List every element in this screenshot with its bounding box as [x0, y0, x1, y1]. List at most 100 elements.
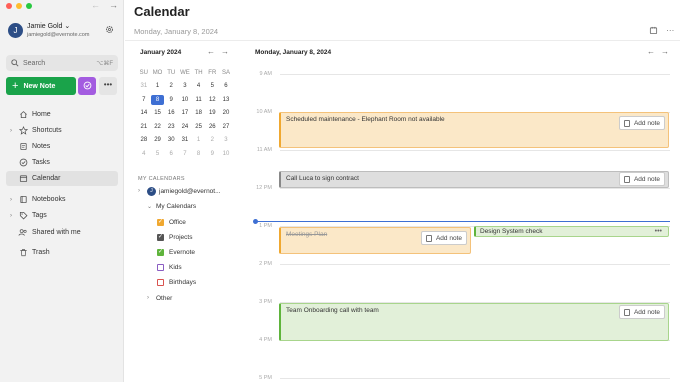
more-options-icon[interactable]: ···	[666, 26, 674, 35]
event-card[interactable]: Team Onboarding call with team Add note	[279, 303, 669, 341]
hour-slot[interactable]: 12 PM	[250, 185, 670, 198]
day-cell[interactable]: 7	[137, 95, 151, 105]
search-input[interactable]: Search ⌥⌘F	[6, 55, 118, 71]
close-window-button[interactable]	[6, 3, 12, 9]
day-cell[interactable]: 12	[205, 95, 219, 105]
day-cell[interactable]: 7	[178, 149, 192, 159]
chevron-right-icon[interactable]: ›	[138, 188, 147, 194]
more-options-icon[interactable]: •••	[655, 228, 662, 235]
chevron-down-icon[interactable]: ⌄	[147, 203, 156, 210]
calendar-item[interactable]: ✓ Office	[157, 216, 186, 228]
event-card[interactable]: Call Luca to sign contract Add note	[279, 171, 669, 188]
day-cell[interactable]: 2	[164, 81, 178, 91]
day-cell[interactable]: 15	[151, 108, 165, 118]
my-calendars-group[interactable]: ⌄ My Calendars	[147, 200, 196, 212]
day-cell[interactable]: 4	[137, 149, 151, 159]
gear-icon[interactable]	[105, 25, 114, 34]
day-cell[interactable]: 14	[137, 108, 151, 118]
chevron-right-icon[interactable]: ›	[10, 213, 18, 219]
day-cell[interactable]: 3	[178, 81, 192, 91]
day-cell[interactable]: 24	[178, 122, 192, 132]
day-cell[interactable]: 2	[205, 135, 219, 145]
back-arrow-icon[interactable]: ←	[91, 0, 109, 10]
sidebar-item-notebooks[interactable]: › Notebooks	[6, 192, 118, 207]
day-cell[interactable]: 20	[219, 108, 233, 118]
day-cell[interactable]: 6	[164, 149, 178, 159]
event-card[interactable]: Meetings Plan Add note	[279, 227, 471, 254]
hour-slot[interactable]: 9 AM	[250, 71, 670, 84]
day-cell[interactable]: 1	[192, 135, 206, 145]
prev-day-icon[interactable]: ←	[647, 47, 661, 56]
calendar-item[interactable]: Birthdays	[157, 277, 196, 289]
calendar-checkbox[interactable]	[157, 279, 164, 287]
calendar-item[interactable]: Kids	[157, 262, 182, 274]
day-cell[interactable]: 10	[178, 95, 192, 105]
add-note-button[interactable]: Add note	[420, 231, 467, 245]
add-note-button[interactable]: Add note	[618, 172, 665, 186]
add-note-button[interactable]: Add note	[618, 116, 665, 130]
account-switcher[interactable]: J Jamie Gold ⌄ jamiegold@evernote.com	[8, 22, 89, 38]
day-cell[interactable]: 9	[164, 95, 178, 105]
day-cell[interactable]: 22	[151, 122, 165, 132]
day-cell[interactable]: 23	[164, 122, 178, 132]
calendar-checkbox[interactable]: ✓	[157, 248, 164, 256]
day-cell[interactable]: 19	[205, 108, 219, 118]
day-cell[interactable]: 6	[219, 81, 233, 91]
day-cell[interactable]: 13	[219, 95, 233, 105]
day-cell[interactable]: 21	[137, 122, 151, 132]
sidebar-item-shortcuts[interactable]: › Shortcuts	[6, 123, 118, 138]
calendar-item[interactable]: ✓ Projects	[157, 231, 192, 243]
day-cell[interactable]: 5	[205, 81, 219, 91]
day-cell[interactable]: 28	[137, 135, 151, 145]
prev-month-icon[interactable]: ←	[207, 47, 221, 56]
calendar-checkbox[interactable]: ✓	[157, 233, 164, 241]
hour-slot[interactable]: 2 PM	[250, 261, 670, 274]
day-cell[interactable]: 18	[192, 108, 206, 118]
sidebar-item-calendar[interactable]: Calendar	[6, 171, 118, 186]
day-cell[interactable]: 17	[178, 108, 192, 118]
other-calendars-group[interactable]: › Other	[147, 292, 172, 304]
event-card[interactable]: Scheduled maintenance - Elephant Room no…	[279, 112, 669, 148]
day-cell[interactable]: 31	[137, 81, 151, 91]
calendar-checkbox[interactable]: ✓	[157, 218, 164, 226]
new-task-button[interactable]	[78, 77, 96, 95]
day-cell[interactable]: 30	[164, 135, 178, 145]
selected-day[interactable]: 8	[150, 94, 165, 105]
day-cell[interactable]: 26	[205, 122, 219, 132]
next-month-icon[interactable]: →	[221, 47, 235, 56]
calendar-account-row[interactable]: › J jamiegold@evernot...	[138, 185, 221, 197]
minimize-window-button[interactable]	[16, 3, 22, 9]
event-card[interactable]: Design System check •••	[474, 226, 669, 237]
day-cell[interactable]: 5	[151, 149, 165, 159]
chevron-right-icon[interactable]: ›	[10, 128, 18, 134]
calendar-checkbox[interactable]	[157, 264, 164, 272]
maximize-window-button[interactable]	[26, 3, 32, 9]
calendar-check-icon[interactable]	[649, 26, 658, 35]
next-day-icon[interactable]: →	[661, 47, 675, 56]
hour-slot[interactable]: 4 PM	[250, 337, 670, 350]
day-cell[interactable]: 10	[219, 149, 233, 159]
day-cell[interactable]: 9	[205, 149, 219, 159]
day-cell[interactable]: 27	[219, 122, 233, 132]
day-cell[interactable]: 31	[178, 135, 192, 145]
sidebar-item-tasks[interactable]: Tasks	[6, 155, 118, 170]
sidebar-item-notes[interactable]: Notes	[6, 139, 118, 154]
sidebar-item-tags[interactable]: › Tags	[6, 208, 118, 223]
chevron-right-icon[interactable]: ›	[10, 197, 18, 203]
day-cell[interactable]: 16	[164, 108, 178, 118]
day-cell[interactable]: 3	[219, 135, 233, 145]
day-cell[interactable]: 11	[192, 95, 206, 105]
new-note-button[interactable]: + New Note	[6, 77, 76, 95]
day-cell[interactable]: 4	[192, 81, 206, 91]
more-actions-button[interactable]: •••	[99, 77, 117, 95]
day-cell[interactable]: 8	[192, 149, 206, 159]
sidebar-item-shared[interactable]: Shared with me	[6, 225, 118, 240]
chevron-right-icon[interactable]: ›	[147, 295, 156, 301]
day-cell[interactable]: 25	[192, 122, 206, 132]
add-note-button[interactable]: Add note	[618, 305, 665, 319]
day-cell[interactable]: 29	[151, 135, 165, 145]
sidebar-item-trash[interactable]: Trash	[6, 245, 118, 260]
hour-slot[interactable]: 5 PM	[250, 375, 670, 382]
sidebar-item-home[interactable]: Home	[6, 107, 118, 122]
hour-slot[interactable]: 11 AM	[250, 147, 670, 160]
